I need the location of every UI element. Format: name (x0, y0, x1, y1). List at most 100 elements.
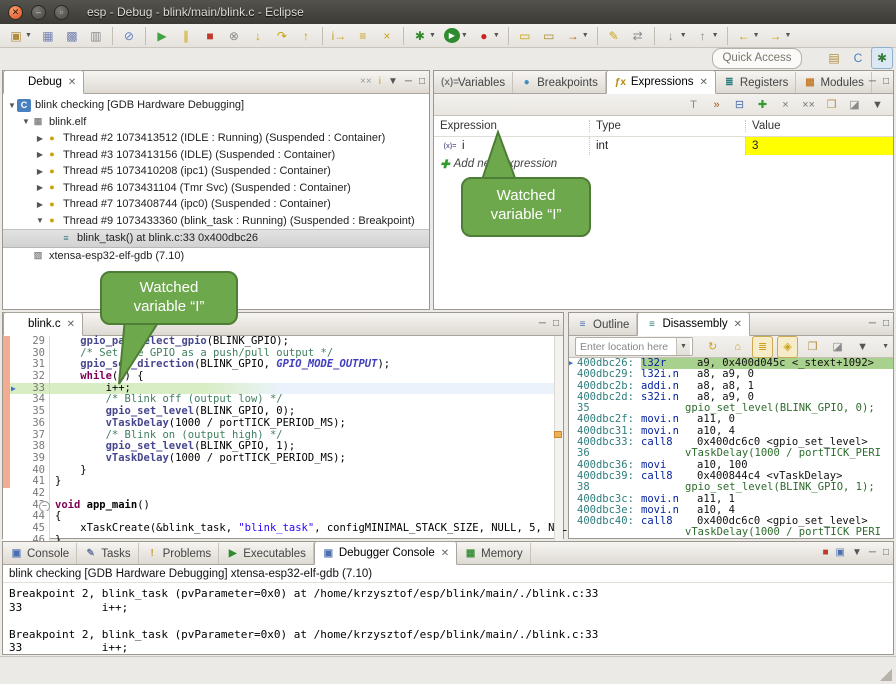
chevron-down-icon[interactable]: ▼ (25, 32, 32, 39)
collapse-arrow-icon[interactable]: ▼ (35, 216, 45, 225)
editor-line-41[interactable]: 41} (3, 476, 563, 488)
display-selected-console-button[interactable]: ▣ (836, 545, 845, 561)
suspend-button[interactable]: ∥ (175, 25, 197, 47)
step-return-button[interactable]: ↑ (295, 25, 317, 47)
window-close-button[interactable]: ✕ (8, 5, 23, 20)
editor-gutter[interactable]: 32 (3, 371, 50, 383)
debug-tree-item[interactable]: ▼●Thread #9 1073433360 (blink_task : Run… (3, 213, 429, 230)
chevron-down-icon[interactable]: ▼ (429, 32, 436, 39)
disassembly-line[interactable]: 400dbc29:l32i.na8, a9, 0 (569, 369, 893, 380)
instruction-stepping-button[interactable]: i→ (328, 25, 350, 47)
expand-arrow-icon[interactable]: ▶ (35, 150, 45, 159)
save-all-button[interactable]: ▩ (61, 25, 83, 47)
column-type[interactable]: Type (589, 120, 745, 132)
column-value[interactable]: Value (745, 120, 893, 132)
new-wizard-button[interactable]: ▣▼ (5, 25, 35, 47)
debug-tree-item[interactable]: ≡blink_task() at blink.c:33 0x400dbc26 (3, 229, 429, 248)
chevron-down-icon[interactable]: ▼ (493, 32, 500, 39)
editor-gutter[interactable]: 45 (3, 523, 50, 535)
previous-annotation-button[interactable]: ↑▼ (692, 25, 722, 47)
home-button[interactable]: ⌂ (727, 336, 748, 358)
instruction-stepping-mode-button[interactable]: i (379, 74, 381, 90)
chevron-down-icon[interactable]: ▼ (676, 338, 690, 355)
remove-all-terminated-button[interactable]: ×× (360, 74, 372, 90)
terminate-console-button[interactable]: ■ (822, 545, 828, 561)
tab-blink-c[interactable]: blink.c ✕ (3, 312, 83, 336)
editor-gutter[interactable]: 36 (3, 418, 50, 430)
maximize-button[interactable]: □ (883, 316, 889, 332)
tab-breakpoints[interactable]: ●Breakpoints (513, 72, 606, 93)
tab-memory[interactable]: ▦Memory (457, 543, 531, 564)
tab-tasks[interactable]: ✎Tasks (77, 543, 138, 564)
disassembly-line[interactable]: 36vTaskDelay(1000 / portTICK_PERI (569, 448, 893, 459)
overview-ruler[interactable] (554, 336, 563, 546)
link-with-editor-button[interactable]: ⇄ (627, 25, 649, 47)
refresh-button[interactable]: ↻ (702, 336, 723, 358)
view-menu-button[interactable]: ▼ (867, 94, 888, 116)
open-perspective-button[interactable]: ▤ (823, 47, 845, 69)
new-view-button[interactable]: ❒ (802, 336, 823, 358)
sync-selection-toggle[interactable]: ◈ (777, 336, 798, 358)
open-project-button[interactable]: ▭ (538, 25, 560, 47)
tab-expressions[interactable]: ƒxExpressions✕ (606, 70, 716, 94)
tab-debug[interactable]: Debug ✕ (3, 70, 84, 94)
debug-tree-item[interactable]: ▶●Thread #5 1073410208 (ipc1) (Suspended… (3, 163, 429, 180)
close-icon[interactable]: ✕ (441, 548, 449, 559)
tab-variables[interactable]: (x)=Variables (434, 72, 513, 93)
tab-modules[interactable]: ▦Modules (796, 72, 871, 93)
editor-gutter[interactable]: 29 (3, 336, 50, 348)
cpp-perspective-button[interactable]: C (847, 47, 869, 69)
quick-access-button[interactable]: Quick Access (712, 48, 802, 69)
view-menu-button[interactable]: ▼ (852, 545, 862, 561)
window-maximize-button[interactable]: ▫ (54, 5, 69, 20)
expand-arrow-icon[interactable]: ▶ (35, 134, 45, 143)
window-minimize-button[interactable]: – (31, 5, 46, 20)
step-into-button[interactable]: ↓ (247, 25, 269, 47)
open-folder-button[interactable]: ▭ (514, 25, 536, 47)
debug-perspective-button[interactable]: ✱ (871, 47, 893, 69)
back-button[interactable]: ←▼ (733, 25, 763, 47)
show-logical-structure-button[interactable]: » (706, 94, 727, 116)
disconnect-button[interactable]: ⊗ (223, 25, 245, 47)
maximize-button[interactable]: □ (883, 545, 889, 561)
coverage-button[interactable]: ●▼ (473, 25, 503, 47)
run-button[interactable]: ▶▼ (441, 25, 471, 47)
chevron-down-icon[interactable]: ▼ (753, 32, 760, 39)
collapse-arrow-icon[interactable]: ▼ (21, 117, 31, 126)
tab-debugger-console[interactable]: ▣Debugger Console✕ (314, 541, 457, 565)
editor-gutter[interactable]: 39 (3, 453, 50, 465)
debug-tree-item[interactable]: ▶●Thread #2 1073413512 (IDLE : Running) … (3, 130, 429, 147)
view-menu-button[interactable]: ▼ (388, 74, 398, 90)
tab-disassembly[interactable]: ≡Disassembly✕ (637, 312, 750, 336)
remove-all-expressions-button[interactable]: ×× (798, 94, 819, 116)
close-icon[interactable]: ✕ (699, 77, 707, 88)
close-icon[interactable]: ✕ (734, 319, 742, 330)
chevron-down-icon[interactable]: ▼ (712, 32, 719, 39)
editor-gutter[interactable]: 42 (3, 488, 50, 500)
chevron-down-icon[interactable]: ▼ (785, 32, 792, 39)
debug-tree-item[interactable]: ▶●Thread #6 1073431104 (Tmr Svc) (Suspen… (3, 180, 429, 197)
maximize-button[interactable]: □ (883, 74, 889, 90)
chevron-down-icon[interactable]: ▼ (680, 32, 687, 39)
maximize-button[interactable]: □ (419, 74, 425, 90)
tab-registers[interactable]: ≣Registers (716, 72, 797, 93)
debug-tree-item[interactable]: ▼▦blink.elf (3, 114, 429, 131)
view-menu-button[interactable]: ▼ (882, 343, 889, 350)
expand-arrow-icon[interactable]: ▶ (35, 167, 45, 176)
debug-button[interactable]: ✱▼ (409, 25, 439, 47)
save-button[interactable]: ▦ (37, 25, 59, 47)
close-icon[interactable]: ✕ (68, 77, 76, 88)
external-tools-button[interactable]: →▼ (562, 25, 592, 47)
new-view-button[interactable]: ❒ (821, 94, 842, 116)
code-editor[interactable]: 29 gpio_pad_select_gpio(BLINK_GPIO);30 /… (3, 336, 563, 546)
minimize-button[interactable]: ─ (869, 545, 876, 561)
remove-expression-button[interactable]: × (775, 94, 796, 116)
debug-tree-item[interactable]: ▶●Thread #3 1073413156 (IDLE) (Suspended… (3, 147, 429, 164)
debug-tree-item[interactable]: ▶●Thread #7 1073408744 (ipc0) (Suspended… (3, 196, 429, 213)
resume-button[interactable]: ▶ (151, 25, 173, 47)
pin-view-button[interactable]: ◪ (844, 94, 865, 116)
skip-all-breakpoints-button[interactable]: ⊘ (118, 25, 140, 47)
close-icon[interactable]: ✕ (67, 319, 75, 330)
pin-view-button[interactable]: ◪ (827, 336, 848, 358)
tab-outline[interactable]: ≡Outline (569, 314, 637, 335)
